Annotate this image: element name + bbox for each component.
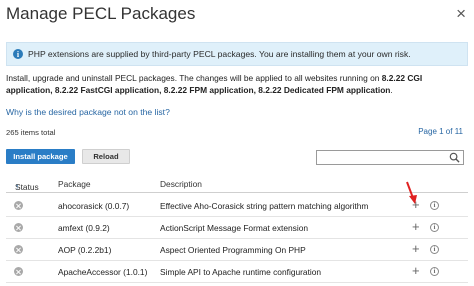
table-row: ApacheAccessor (1.0.1) Simple API to Apa… [6, 261, 468, 283]
table-header: Status ↑ Package Description [6, 176, 468, 193]
info-icon: i [13, 49, 23, 59]
table-row: amfext (0.9.2) ActionScript Message Form… [6, 217, 468, 239]
why-package-missing-link[interactable]: Why is the desired package not on the li… [6, 107, 170, 117]
reload-button[interactable]: Reload [82, 149, 130, 164]
install-package-button[interactable]: Install package [6, 149, 75, 164]
install-plus-icon[interactable]: + [412, 219, 420, 234]
description-end: . [390, 85, 393, 96]
search-icon[interactable] [449, 152, 460, 163]
package-description: ActionScript Message Format extension [160, 223, 309, 233]
package-name: amfext (0.9.2) [58, 223, 110, 233]
info-circle-icon[interactable]: i [430, 267, 439, 276]
column-description[interactable]: Description [160, 179, 202, 189]
not-installed-icon [14, 223, 23, 232]
info-alert: i PHP extensions are supplied by third-p… [6, 42, 468, 66]
table-row: ahocorasick (0.0.7) Effective Aho-Corasi… [6, 195, 468, 217]
total-items-count: 265 items total [6, 128, 56, 137]
package-description: Aspect Oriented Programming On PHP [160, 245, 306, 255]
table-row: AOP (0.2.2b1) Aspect Oriented Programmin… [6, 239, 468, 261]
pagination[interactable]: Page 1 of 11 [418, 127, 463, 136]
package-name: ahocorasick (0.0.7) [58, 201, 130, 211]
not-installed-icon [14, 245, 23, 254]
close-icon[interactable]: × [456, 4, 466, 24]
not-installed-icon [14, 267, 23, 276]
dialog-title: Manage PECL Packages [6, 4, 196, 23]
package-name: AOP (0.2.2b1) [58, 245, 112, 255]
search-input[interactable] [317, 155, 445, 168]
package-name: ApacheAccessor (1.0.1) [58, 267, 148, 277]
info-circle-icon[interactable]: i [430, 223, 439, 232]
search-box [316, 150, 464, 168]
package-description: Effective Aho-Corasick string pattern ma… [160, 201, 369, 211]
info-circle-icon[interactable]: i [430, 245, 439, 254]
sort-arrow-icon: ↑ [15, 182, 19, 191]
alert-text: PHP extensions are supplied by third-par… [28, 49, 411, 59]
not-installed-icon [14, 201, 23, 210]
install-plus-icon[interactable]: + [412, 241, 420, 256]
column-package[interactable]: Package [58, 179, 91, 189]
description-text: Install, upgrade and uninstall PECL pack… [6, 73, 382, 83]
package-description: Simple API to Apache runtime configurati… [160, 267, 322, 277]
install-plus-icon[interactable]: + [412, 263, 420, 278]
page-description: Install, upgrade and uninstall PECL pack… [6, 72, 468, 97]
annotation-arrow-icon [406, 181, 417, 204]
info-circle-icon[interactable]: i [430, 201, 439, 210]
